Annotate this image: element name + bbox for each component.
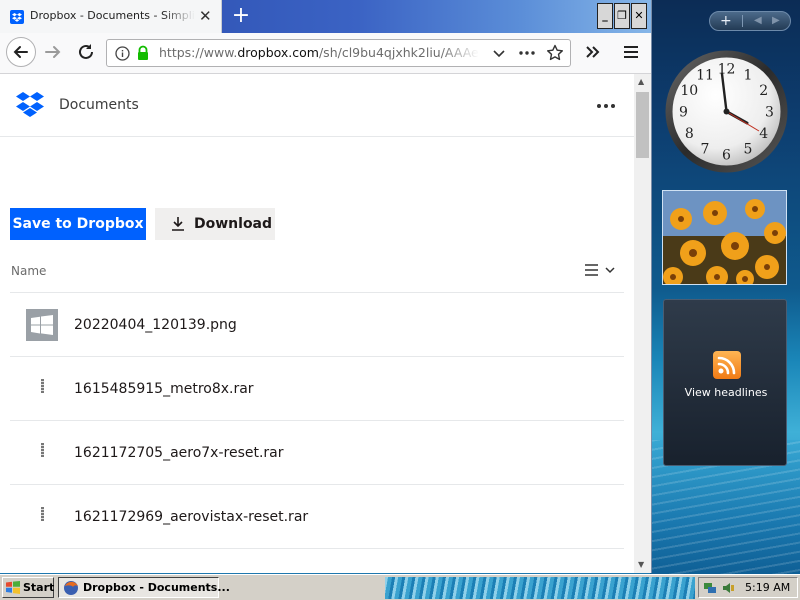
maximize-button[interactable]: ❐ [614, 3, 630, 29]
clock-numeral: 8 [685, 126, 694, 142]
window-controls: _ ❐ ✕ [597, 3, 647, 29]
navigation-toolbar: https://www.dropbox.com/sh/cl9bu4qjxhk2l… [0, 33, 651, 74]
file-name[interactable]: 1621172705_aero7x-reset.rar [74, 445, 284, 461]
taskbar-item-dropbox[interactable]: Dropbox - Documents... [58, 577, 230, 598]
scroll-down-arrow-icon[interactable]: ▼ [638, 560, 644, 569]
download-icon [172, 217, 184, 231]
dropbox-page: Documents Save to Dropbox Download Name … [0, 74, 634, 573]
download-button[interactable]: Download [155, 208, 275, 240]
speaker-icon[interactable] [721, 581, 735, 595]
column-header-name[interactable]: Name [11, 264, 46, 278]
clock-numeral: 9 [679, 105, 688, 121]
archive-file-icon [26, 373, 58, 405]
file-row[interactable]: 20220404_120139.png [10, 293, 624, 357]
tab-title: Dropbox - Documents - Simplify your life [30, 9, 195, 22]
clock-numeral: 6 [722, 148, 731, 164]
file-row[interactable]: 1615485915_metro8x.rar [10, 357, 624, 421]
scrollbar-thumb[interactable] [636, 92, 649, 158]
tab-bar: Dropbox - Documents - Simplify your life… [0, 0, 651, 33]
flower-photo [663, 191, 786, 284]
info-icon[interactable] [115, 46, 130, 61]
system-tray: 5:19 AM [698, 577, 798, 598]
more-options-icon[interactable] [597, 104, 615, 108]
clock-numeral: 1 [744, 67, 753, 83]
taskbar: Start Dropbox - Documents... 5:19 AM [0, 574, 800, 600]
address-bar[interactable]: https://www.dropbox.com/sh/cl9bu4qjxhk2l… [106, 39, 571, 67]
back-button[interactable] [6, 37, 36, 67]
windows-logo-icon [6, 581, 20, 594]
file-name[interactable]: 1621172969_aerovistax-reset.rar [74, 509, 308, 525]
start-label: Start [23, 581, 55, 594]
tab-dropbox[interactable]: Dropbox - Documents - Simplify your life… [0, 0, 222, 33]
url-text: https://www.dropbox.com/sh/cl9bu4qjxhk2l… [159, 45, 479, 60]
reload-icon[interactable] [75, 41, 97, 63]
sidebar-controls: + ◀ ▶ [709, 11, 791, 31]
scroll-up-arrow-icon[interactable]: ▲ [638, 77, 644, 86]
file-name[interactable]: 20220404_120139.png [74, 317, 237, 333]
dropbox-favicon-icon [10, 10, 24, 24]
browser-window: Dropbox - Documents - Simplify your life… [0, 0, 652, 573]
clock-numeral: 5 [744, 142, 753, 158]
rss-feed-icon [713, 351, 741, 379]
chevron-down-icon[interactable] [493, 49, 505, 58]
previous-page-arrow-icon[interactable]: ◀ [754, 14, 762, 28]
clock-numeral: 11 [696, 67, 714, 83]
clock-numeral: 2 [759, 83, 768, 99]
add-gadget-button[interactable]: + [720, 12, 732, 30]
slideshow-gadget[interactable] [662, 190, 787, 285]
tab-close-icon[interactable]: ✕ [199, 7, 212, 25]
firefox-icon [64, 581, 78, 595]
dropbox-logo-icon[interactable] [16, 91, 44, 117]
file-row[interactable]: 1621172969_aerovistax-reset.rar [10, 485, 624, 549]
start-button[interactable]: Start [2, 577, 54, 598]
page-actions-icon[interactable] [519, 51, 535, 55]
clock-gadget[interactable]: 12 12 3 45678 9 1011 [664, 49, 789, 174]
clock-numeral: 12 [718, 62, 736, 78]
file-row[interactable]: 1621172705_aero7x-reset.rar [10, 421, 624, 485]
taskbar-decoration [385, 577, 695, 599]
taskbar-clock[interactable]: 5:19 AM [745, 581, 790, 594]
lock-icon [138, 45, 148, 60]
list-view-icon [585, 264, 615, 276]
folder-title: Documents [59, 97, 139, 113]
vertical-scrollbar[interactable]: ▲ ▼ [634, 74, 651, 573]
view-headlines-label[interactable]: View headlines [664, 386, 788, 399]
clock-numeral: 4 [759, 126, 768, 142]
archive-file-icon [26, 437, 58, 469]
sidebar-controls-divider [742, 15, 743, 27]
bookmark-star-icon[interactable] [546, 44, 564, 62]
archive-file-icon [26, 501, 58, 533]
taskbar-item-label: Dropbox - Documents... [83, 581, 230, 594]
overflow-chevrons-icon[interactable] [582, 41, 604, 63]
download-label: Download [194, 216, 273, 232]
file-name[interactable]: 1615485915_metro8x.rar [74, 381, 254, 397]
clock-numeral: 7 [701, 142, 710, 158]
header-divider [0, 136, 634, 137]
view-options-button[interactable] [584, 262, 618, 282]
close-window-button[interactable]: ✕ [631, 3, 647, 29]
image-file-icon [26, 309, 58, 341]
hamburger-menu-icon[interactable] [620, 41, 642, 63]
clock-numeral: 10 [680, 83, 698, 99]
back-arrow-icon [13, 46, 28, 58]
network-icon[interactable] [703, 581, 717, 595]
clock-numeral: 3 [765, 105, 774, 121]
next-page-arrow-icon[interactable]: ▶ [772, 14, 780, 28]
minimize-button[interactable]: _ [597, 3, 613, 29]
forward-arrow-icon[interactable] [42, 41, 64, 63]
feed-headlines-gadget[interactable]: View headlines [663, 299, 787, 466]
save-to-dropbox-button[interactable]: Save to Dropbox [10, 208, 146, 240]
new-tab-button[interactable]: + [231, 3, 251, 29]
